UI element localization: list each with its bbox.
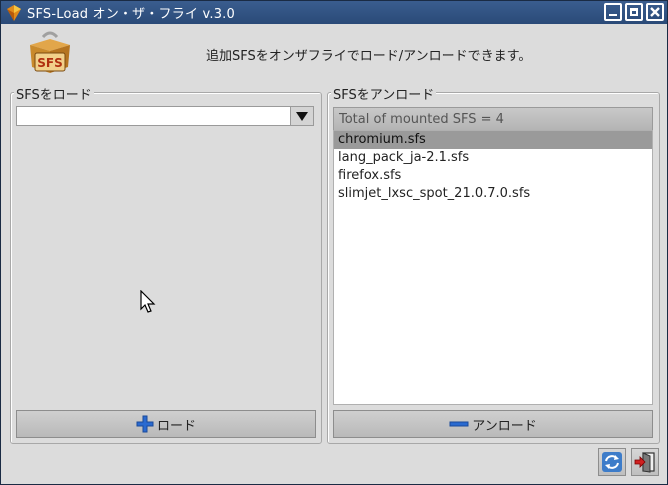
- app-icon: [7, 4, 21, 21]
- maximize-button[interactable]: [625, 3, 643, 21]
- close-icon: [650, 7, 660, 17]
- list-item[interactable]: firefox.sfs: [334, 167, 652, 185]
- minus-icon: [449, 421, 469, 427]
- close-button[interactable]: [646, 3, 664, 21]
- unload-panel: SFSをアンロード Total of mounted SFS = 4 chrom…: [327, 84, 660, 444]
- load-panel-label: SFSをロード: [14, 84, 94, 103]
- header: SFS 追加SFSをオンザフライでロード/アンロードできます。: [1, 24, 667, 84]
- header-message: 追加SFSをオンザフライでロード/アンロードできます。: [206, 49, 532, 64]
- unload-panel-label: SFSをアンロード: [331, 84, 437, 103]
- mouse-cursor-icon: [140, 290, 156, 313]
- load-panel: SFSをロード ロード: [10, 84, 322, 444]
- list-item[interactable]: chromium.sfs: [334, 131, 652, 149]
- list-item[interactable]: lang_pack_ja-2.1.sfs: [334, 149, 652, 167]
- mounted-total-header: Total of mounted SFS = 4: [333, 107, 653, 131]
- load-button[interactable]: ロード: [16, 410, 316, 438]
- svg-text:SFS: SFS: [37, 56, 62, 70]
- app-window: SFS-Load オン・ザ・フライ v.3.0 SFS 追加SFSをオンザフライ…: [0, 0, 668, 485]
- list-item[interactable]: slimjet_lxsc_spot_21.0.7.0.sfs: [334, 185, 652, 203]
- plus-icon: [136, 415, 154, 433]
- window-title: SFS-Load オン・ザ・フライ v.3.0: [27, 7, 235, 22]
- refresh-button[interactable]: [598, 448, 626, 476]
- unload-button-label: アンロード: [472, 418, 537, 434]
- refresh-icon: [602, 452, 622, 472]
- unload-button[interactable]: アンロード: [333, 410, 653, 438]
- sfs-select-combo[interactable]: [16, 106, 314, 126]
- dropdown-arrow-icon[interactable]: [290, 107, 313, 125]
- minimize-button[interactable]: [604, 3, 622, 21]
- sfs-box-logo-icon: SFS: [30, 31, 70, 73]
- mounted-sfs-list[interactable]: chromium.sfs lang_pack_ja-2.1.sfs firefo…: [333, 130, 653, 405]
- exit-icon: [634, 452, 655, 473]
- exit-button[interactable]: [631, 448, 659, 476]
- title-bar[interactable]: SFS-Load オン・ザ・フライ v.3.0: [1, 1, 667, 24]
- load-button-label: ロード: [156, 418, 196, 434]
